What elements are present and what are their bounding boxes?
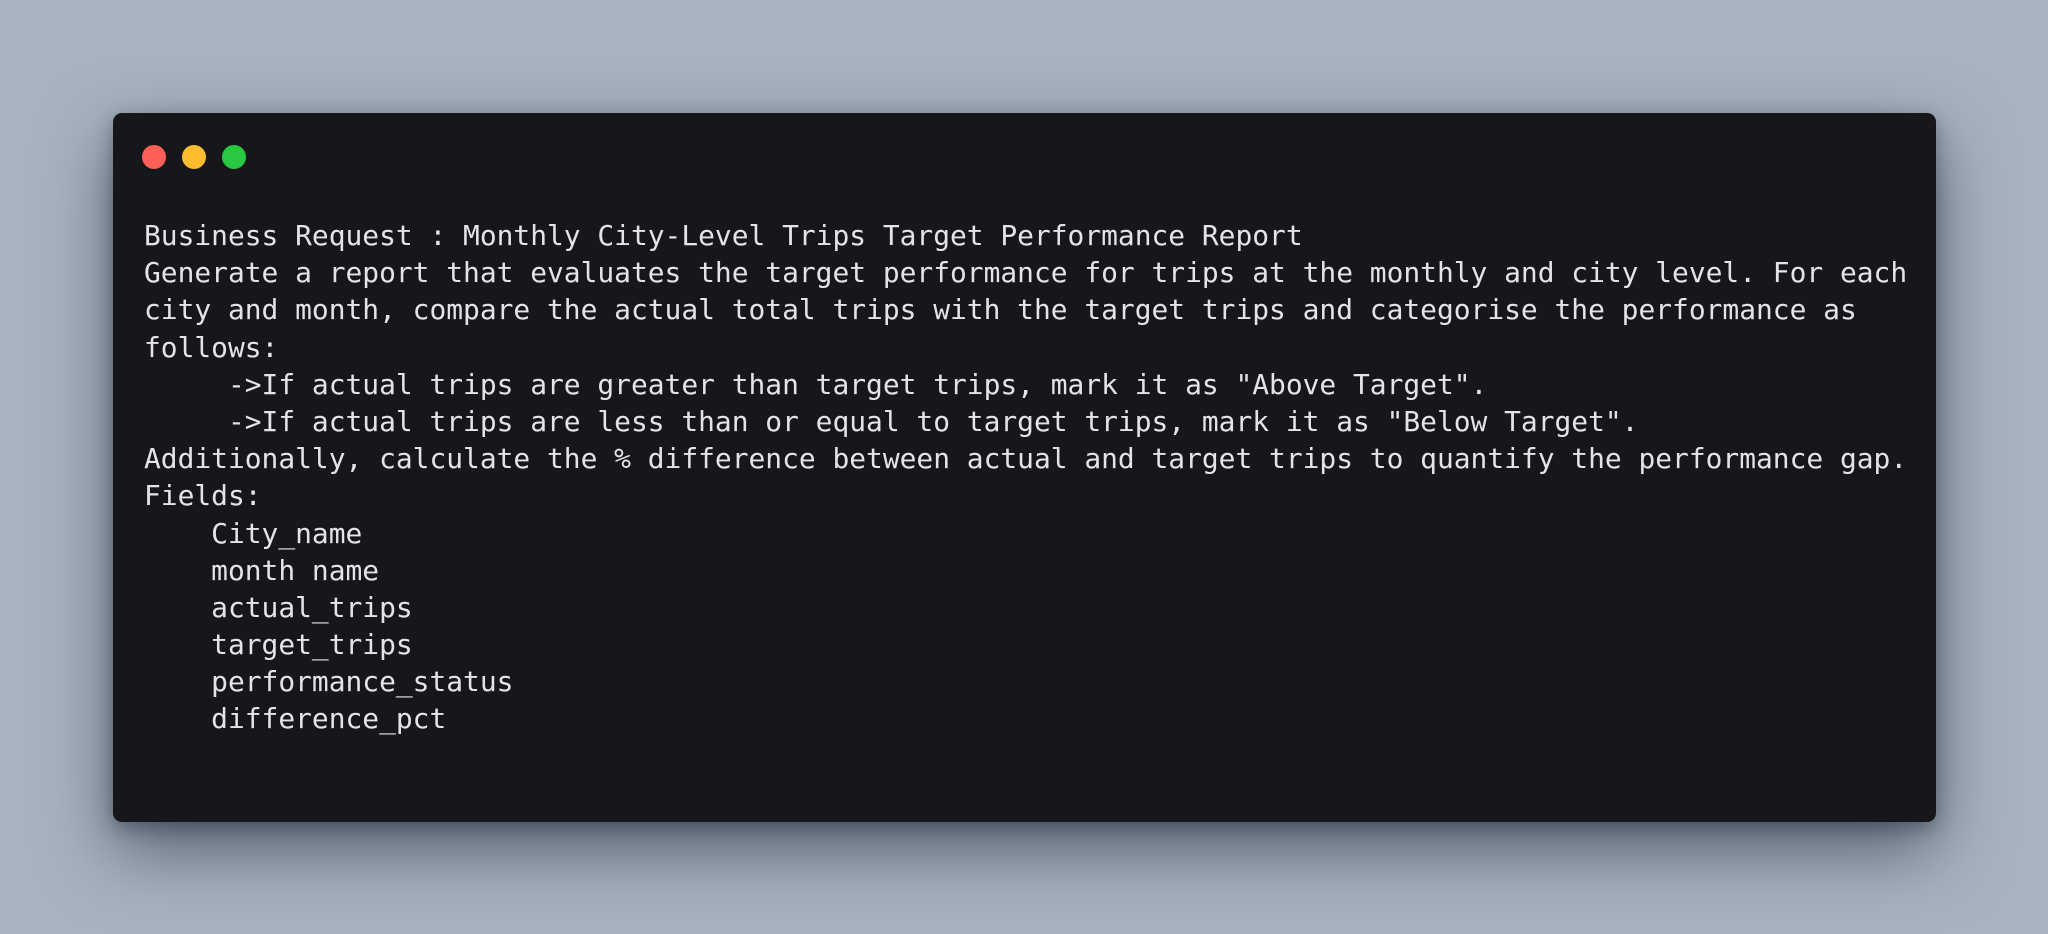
field-item: City_name xyxy=(144,516,363,550)
code-line: follows: xyxy=(144,330,279,364)
code-line-title: Business Request : Monthly City-Level Tr… xyxy=(144,219,1303,252)
code-window: Business Request : Monthly City-Level Tr… xyxy=(113,113,1936,822)
field-item: difference_pct xyxy=(144,702,447,736)
field-item: target_trips xyxy=(144,628,413,662)
code-line-rule-below: ->If actual trips are less than or equal… xyxy=(144,404,1639,438)
code-line: Additionally, calculate the % difference… xyxy=(144,442,1908,476)
window-controls xyxy=(142,145,246,169)
fields-heading: Fields: xyxy=(144,479,262,513)
close-button[interactable] xyxy=(142,145,166,169)
minimize-button[interactable] xyxy=(182,145,206,169)
maximize-button[interactable] xyxy=(222,145,246,169)
code-line: city and month, compare the actual total… xyxy=(144,293,1857,327)
field-item: actual_trips xyxy=(144,590,413,624)
field-item: performance_status xyxy=(144,665,514,699)
field-item: month name xyxy=(144,553,380,587)
code-line: Generate a report that evaluates the tar… xyxy=(144,256,1908,290)
code-line-rule-above: ->If actual trips are greater than targe… xyxy=(144,367,1488,401)
code-content: Business Request : Monthly City-Level Tr… xyxy=(144,217,1916,738)
